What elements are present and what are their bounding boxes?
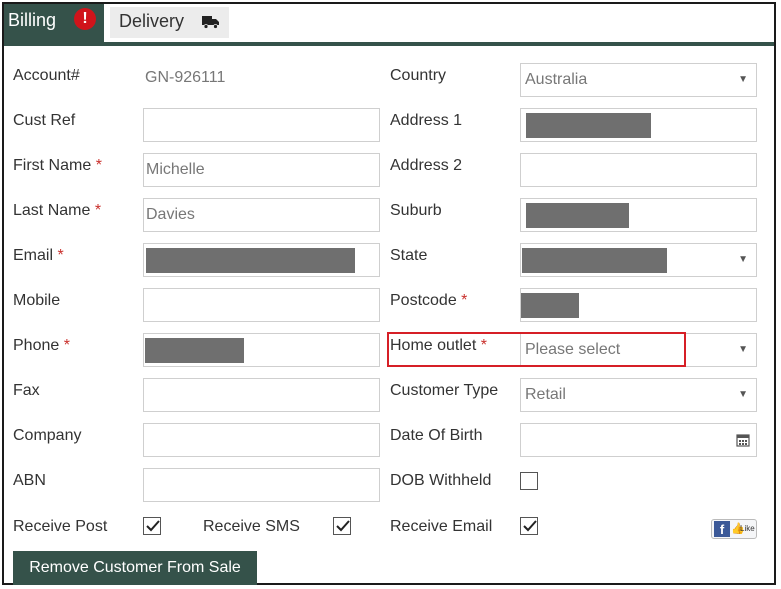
- suburb-input[interactable]: [520, 198, 757, 232]
- account-label: Account#: [13, 67, 80, 84]
- remove-customer-button[interactable]: Remove Customer From Sale: [13, 551, 257, 585]
- receive-post-label: Receive Post: [13, 518, 108, 535]
- email-label: Email *: [13, 247, 64, 264]
- required-marker: *: [95, 157, 102, 174]
- required-marker: *: [57, 247, 64, 264]
- customer-form-panel: Billing ! Delivery Account# GN-926111 Cu…: [2, 2, 776, 585]
- checkmark-icon: [336, 520, 350, 532]
- phone-input[interactable]: [143, 333, 380, 367]
- tab-delivery-label: Delivery: [119, 11, 185, 31]
- required-marker: *: [461, 292, 468, 309]
- country-select-value: Australia: [525, 71, 588, 88]
- checkmark-icon: [523, 520, 537, 532]
- alert-icon: !: [74, 8, 96, 30]
- redacted-block: [145, 338, 244, 363]
- required-marker: *: [63, 337, 70, 354]
- receive-email-label: Receive Email: [390, 518, 493, 535]
- dob-input[interactable]: [520, 423, 757, 457]
- mobile-label: Mobile: [13, 292, 61, 309]
- last-name-label: Last Name *: [13, 202, 102, 219]
- first-name-input[interactable]: Michelle: [143, 153, 380, 187]
- phone-label: Phone *: [13, 337, 70, 354]
- tab-billing[interactable]: Billing !: [4, 4, 104, 46]
- postcode-label: Postcode *: [390, 292, 468, 309]
- email-input[interactable]: [143, 243, 380, 277]
- tab-underline: [104, 42, 774, 46]
- facebook-icon: f: [714, 521, 730, 537]
- fax-input[interactable]: [143, 378, 380, 412]
- state-select[interactable]: ▼: [520, 243, 757, 277]
- chevron-down-icon: ▼: [738, 389, 748, 400]
- facebook-like-button[interactable]: f 👍 Like: [711, 519, 757, 539]
- facebook-like-label: Like: [740, 524, 755, 533]
- postcode-input[interactable]: [520, 288, 757, 322]
- dob-withheld-checkbox[interactable]: [520, 472, 538, 490]
- chevron-down-icon: ▼: [738, 344, 748, 355]
- address2-label: Address 2: [390, 157, 463, 174]
- tab-delivery[interactable]: Delivery: [110, 7, 229, 38]
- receive-sms-label: Receive SMS: [203, 518, 300, 535]
- cust-ref-input[interactable]: [143, 108, 380, 142]
- customer-type-label: Customer Type: [390, 382, 499, 399]
- first-name-label: First Name *: [13, 157, 102, 174]
- country-label: Country: [390, 67, 447, 84]
- tab-bar: Billing ! Delivery: [4, 4, 774, 46]
- address1-label: Address 1: [390, 112, 463, 129]
- mobile-input[interactable]: [143, 288, 380, 322]
- cust-ref-label: Cust Ref: [13, 112, 76, 129]
- tab-billing-label: Billing: [8, 10, 57, 30]
- fax-label: Fax: [13, 382, 40, 399]
- country-select[interactable]: Australia ▼: [520, 63, 757, 97]
- checkmark-icon: [146, 520, 160, 532]
- chevron-down-icon: ▼: [738, 254, 748, 265]
- address2-input[interactable]: [520, 153, 757, 187]
- account-value: GN-926111: [145, 69, 226, 86]
- company-label: Company: [13, 427, 82, 444]
- receive-post-checkbox[interactable]: [143, 517, 161, 535]
- required-marker: *: [94, 202, 102, 219]
- abn-input[interactable]: [143, 468, 380, 502]
- customer-type-select-value: Retail: [525, 386, 566, 403]
- customer-type-select[interactable]: Retail ▼: [520, 378, 757, 412]
- calendar-icon[interactable]: [736, 433, 750, 447]
- receive-sms-checkbox[interactable]: [333, 517, 351, 535]
- company-input[interactable]: [143, 423, 380, 457]
- redacted-block: [526, 113, 651, 138]
- last-name-input[interactable]: Davies: [143, 198, 380, 232]
- redacted-block: [522, 248, 667, 273]
- suburb-label: Suburb: [390, 202, 442, 219]
- state-label: State: [390, 247, 428, 264]
- redacted-block: [521, 293, 579, 318]
- chevron-down-icon: ▼: [738, 74, 748, 85]
- dob-label: Date Of Birth: [390, 427, 483, 444]
- redacted-block: [146, 248, 355, 273]
- dob-withheld-label: DOB Withheld: [390, 472, 492, 489]
- redacted-block: [526, 203, 629, 228]
- receive-email-checkbox[interactable]: [520, 517, 538, 535]
- abn-label: ABN: [13, 472, 46, 489]
- truck-icon: [202, 16, 219, 29]
- address1-input[interactable]: [520, 108, 757, 142]
- validation-highlight: [387, 332, 686, 367]
